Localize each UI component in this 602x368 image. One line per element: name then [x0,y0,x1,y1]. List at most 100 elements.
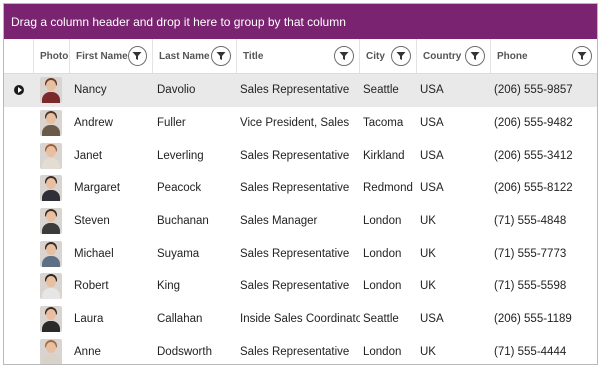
first-name-cell[interactable]: Janet [70,139,153,172]
first-name-cell[interactable]: Andrew [70,107,153,140]
phone-cell[interactable]: (71) 555-4848 [491,205,597,238]
city-cell[interactable]: Kirkland [360,139,417,172]
last-name-cell[interactable]: Davolio [153,74,237,107]
phone-cell[interactable]: (71) 555-7773 [491,237,597,270]
first-name-cell[interactable]: Nancy [70,74,153,107]
phone-cell[interactable]: (206) 555-9857 [491,74,597,107]
first-name-cell[interactable]: Robert [70,270,153,303]
first-name-cell[interactable]: Laura [70,303,153,336]
photo-cell[interactable] [34,139,70,172]
employee-grid: Drag a column header and drop it here to… [3,3,598,365]
row-indicator[interactable] [4,139,34,172]
first-name-cell[interactable]: Margaret [70,172,153,205]
city-cell[interactable]: Tacoma [360,107,417,140]
title-cell[interactable]: Sales Representative [237,237,360,270]
column-header-photo[interactable]: Photo [34,39,70,73]
city-cell[interactable]: Seattle [360,303,417,336]
photo-cell[interactable] [34,172,70,205]
row-indicator[interactable] [4,303,34,336]
photo-cell[interactable] [34,336,70,364]
table-row[interactable]: Margaret Peacock Sales Representative Redmo… [4,172,597,205]
country-cell[interactable]: UK [417,237,491,270]
table-row[interactable]: Nancy Davolio Sales Representative Seattle U… [4,74,597,107]
table-row[interactable]: Janet Leverling Sales Representative Kirkla… [4,139,597,172]
photo-cell[interactable] [34,237,70,270]
country-cell[interactable]: UK [417,205,491,238]
photo-cell[interactable] [34,74,70,107]
table-row[interactable]: Andrew Fuller Vice President, Sales Tacoma U… [4,107,597,140]
table-row[interactable]: Anne Dodsworth Sales Representative London U… [4,336,597,365]
title-cell[interactable]: Sales Representative [237,74,360,107]
phone-cell[interactable]: (71) 555-4444 [491,336,597,365]
last-name-cell[interactable]: Suyama [153,237,237,270]
city-cell[interactable]: Redmond [360,172,417,205]
first-name-cell[interactable]: Steven [70,205,153,238]
title-cell[interactable]: Sales Manager [237,205,360,238]
row-indicator[interactable] [4,74,34,107]
country-cell[interactable]: USA [417,107,491,140]
last-name-cell[interactable]: Dodsworth [153,336,237,365]
title-cell[interactable]: Sales Representative [237,139,360,172]
title-cell[interactable]: Sales Representative [237,270,360,303]
table-row[interactable]: Michael Suyama Sales Representative London U… [4,237,597,270]
column-header-city[interactable]: City [360,39,417,73]
last-name-cell[interactable]: Buchanan [153,205,237,238]
group-by-panel[interactable]: Drag a column header and drop it here to… [4,4,597,39]
column-header-title[interactable]: Title [237,39,360,73]
avatar [40,175,62,202]
phone-cell[interactable]: (206) 555-9482 [491,107,597,140]
title-cell[interactable]: Inside Sales Coordinator [237,303,360,336]
column-header-country[interactable]: Country [417,39,491,73]
row-indicator[interactable] [4,336,34,365]
country-cell[interactable]: USA [417,74,491,107]
country-cell[interactable]: UK [417,336,491,365]
city-cell[interactable]: London [360,336,417,365]
table-row[interactable]: Laura Callahan Inside Sales Coordinator Sea… [4,303,597,336]
grid-body: Nancy Davolio Sales Representative Seattle U… [4,74,597,365]
row-indicator[interactable] [4,237,34,270]
title-cell[interactable]: Sales Representative [237,172,360,205]
photo-cell[interactable] [34,270,70,303]
photo-cell[interactable] [34,107,70,140]
last-name-cell[interactable]: King [153,270,237,303]
country-cell[interactable]: USA [417,303,491,336]
last-name-cell[interactable]: Callahan [153,303,237,336]
column-header-last-name[interactable]: Last Name [153,39,237,73]
last-name-cell[interactable]: Fuller [153,107,237,140]
phone-cell[interactable]: (206) 555-8122 [491,172,597,205]
phone-cell[interactable]: (206) 555-3412 [491,139,597,172]
column-header-label: Last Name [159,50,210,62]
city-cell[interactable]: London [360,270,417,303]
last-name-cell[interactable]: Peacock [153,172,237,205]
column-header-phone[interactable]: Phone [491,39,597,73]
current-row-arrow-icon [14,85,24,96]
filter-icon[interactable] [465,46,485,66]
city-cell[interactable]: Seattle [360,74,417,107]
filter-icon[interactable] [391,46,411,66]
row-indicator[interactable] [4,172,34,205]
filter-icon[interactable] [334,46,354,66]
country-cell[interactable]: USA [417,172,491,205]
first-name-cell[interactable]: Michael [70,237,153,270]
filter-icon[interactable] [572,46,592,66]
phone-cell[interactable]: (206) 555-1189 [491,303,597,336]
row-indicator[interactable] [4,270,34,303]
title-cell[interactable]: Sales Representative [237,336,360,365]
row-indicator[interactable] [4,205,34,238]
table-row[interactable]: Steven Buchanan Sales Manager London UK (71) … [4,205,597,238]
table-row[interactable]: Robert King Sales Representative London UK (7… [4,270,597,303]
last-name-cell[interactable]: Leverling [153,139,237,172]
row-indicator[interactable] [4,107,34,140]
title-cell[interactable]: Vice President, Sales [237,107,360,140]
filter-icon[interactable] [127,46,147,66]
country-cell[interactable]: UK [417,270,491,303]
photo-cell[interactable] [34,205,70,238]
column-header-first-name[interactable]: First Name [70,39,153,73]
filter-icon[interactable] [211,46,231,66]
photo-cell[interactable] [34,303,70,336]
phone-cell[interactable]: (71) 555-5598 [491,270,597,303]
first-name-cell[interactable]: Anne [70,336,153,365]
city-cell[interactable]: London [360,205,417,238]
city-cell[interactable]: London [360,237,417,270]
country-cell[interactable]: USA [417,139,491,172]
